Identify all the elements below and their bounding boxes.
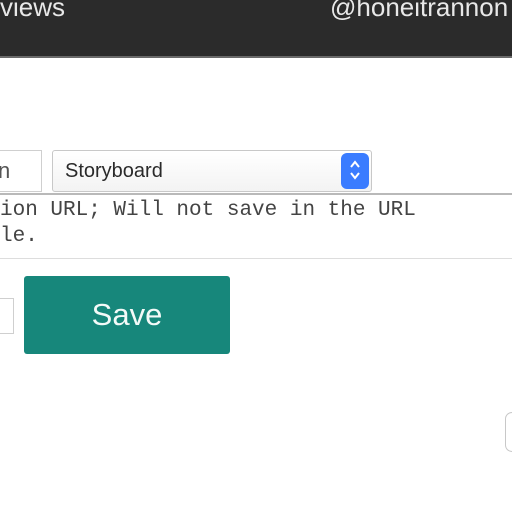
select-arrow-icon[interactable]	[341, 153, 369, 189]
views-link[interactable]: views	[0, 0, 65, 22]
left-partial-field[interactable]: n	[0, 150, 42, 192]
left-partial-field-text: n	[0, 158, 11, 183]
left-partial-control[interactable]	[0, 298, 14, 334]
username-label[interactable]: @honeitrannon	[330, 0, 508, 22]
url-note-line-1: ion URL; Will not save in the URL	[0, 199, 416, 222]
view-type-select-value: Storyboard	[65, 160, 163, 182]
right-edge-control[interactable]	[505, 412, 512, 452]
save-button[interactable]: Save	[24, 276, 230, 354]
view-type-select[interactable]: Storyboard	[52, 150, 372, 192]
url-note-line-2: le.	[0, 225, 38, 248]
url-note: ion URL; Will not save in the URL le.	[0, 193, 512, 259]
top-bar: views @honeitrannon	[0, 0, 512, 58]
